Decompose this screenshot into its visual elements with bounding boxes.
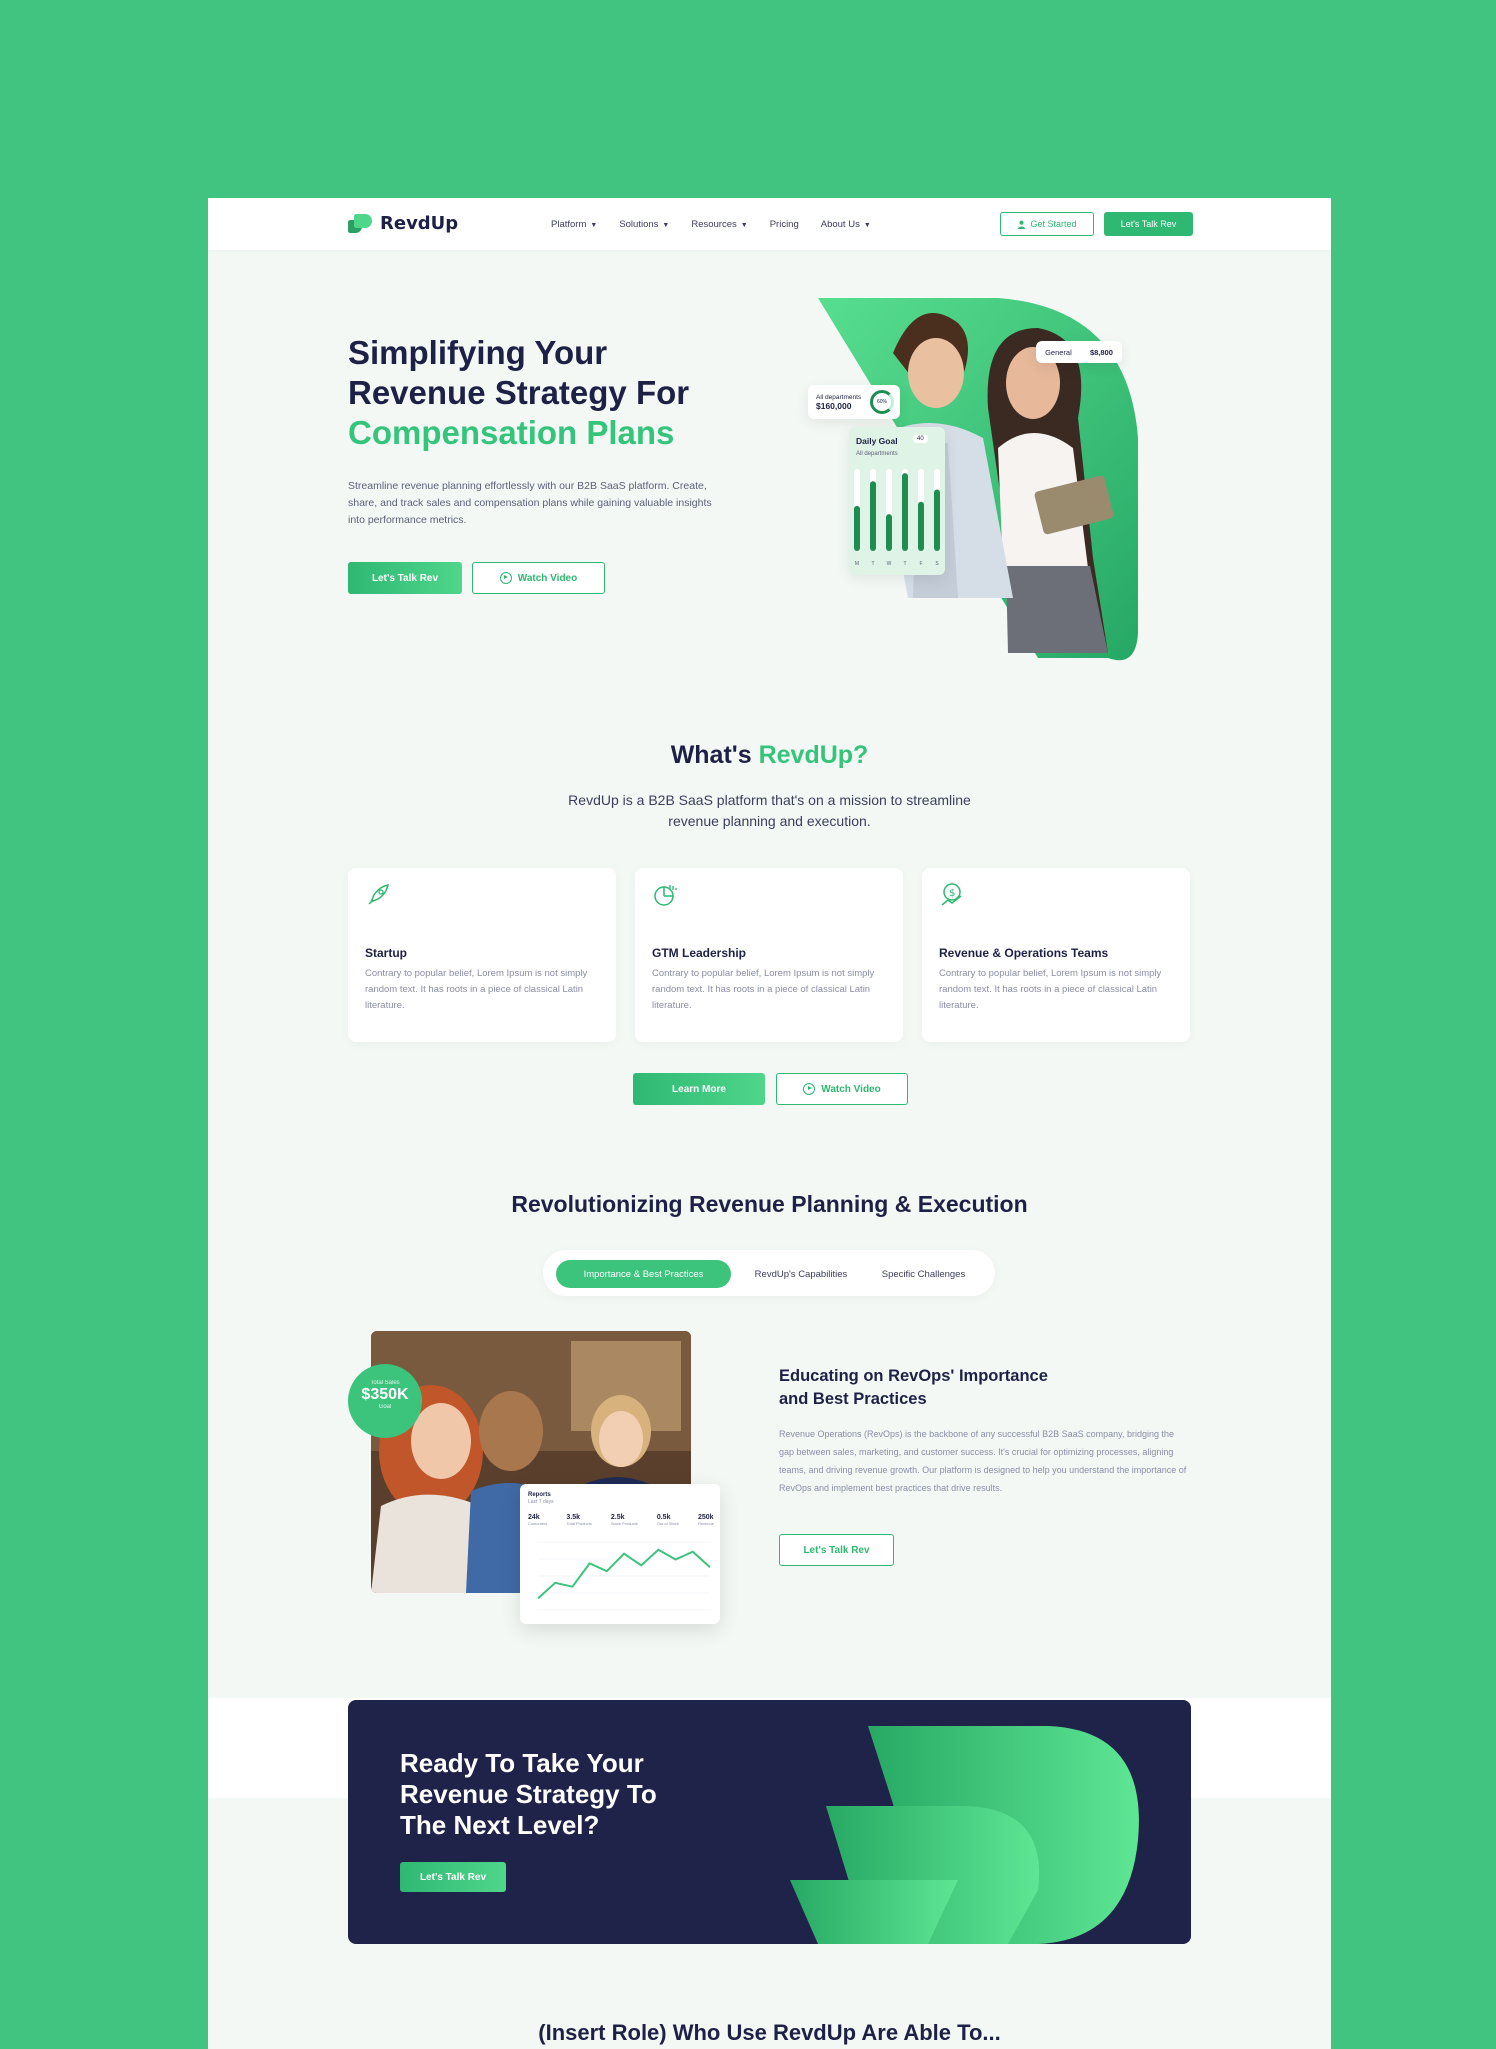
total-sales-badge: Total Sales $350K Goal [348,1364,422,1438]
progress-ring: 60% [870,390,894,414]
revolution-title: Revolutionizing Revenue Planning & Execu… [511,1191,1028,1217]
dash-stat-value: 250k [697,1514,714,1521]
hero-watch-video-button[interactable]: Watch Video [472,562,605,594]
cta-banner: Ready To Take Your Revenue Strategy To T… [348,1700,1191,1944]
get-started-button[interactable]: Get Started [1000,212,1094,236]
tabs-bar: Importance & Best Practices RevdUp's Cap… [543,1250,995,1296]
education-body: Revenue Operations (RevOps) is the backb… [779,1429,1187,1493]
roles-title: (Insert Role) Who Use RevdUp Are Able To… [538,2020,1001,2045]
goal-bar [918,501,924,551]
navbar: RevdUp Platform ▼ Solutions ▼ Resources ▼ P… [208,198,1331,250]
goal-bar-day-label: F [919,561,922,567]
dash-stats-row: 24k Customers 3.5k Total Products 2.5k Stock … [528,1514,714,1526]
chevron-down-icon: ▼ [863,222,871,229]
logo-text: RevdUp [380,212,459,234]
menu-item-platform[interactable]: Platform ▼ [551,219,597,230]
hero-title: Simplifying Your Revenue Strategy For Co… [348,334,690,451]
about-title: What's RevdUp? [670,741,869,769]
tab-importance-best-practices[interactable]: Importance & Best Practices [556,1260,731,1288]
money-growth-icon: $ [941,883,962,906]
svg-text:$: $ [949,888,955,899]
cta-talk-rev-button[interactable]: Let's Talk Rev [400,1862,506,1892]
goal-bar-day-label: W [887,561,892,567]
logo-icon [348,212,374,234]
about-subtitle: RevdUp is a B2B SaaS platform that's on … [568,792,971,829]
learn-more-button[interactable]: Learn More [633,1073,765,1105]
card-revenue-operations: $ Revenue & Operations Teams Contrary to… [922,868,1190,1042]
chevron-down-icon: ▼ [590,222,598,229]
play-icon [499,572,512,584]
general-stat-card: General $8,800 [1036,341,1122,363]
user-icon [1018,220,1026,229]
daily-goal-card: Daily Goal 40 All departments MTWTFS [849,427,945,575]
reports-line [537,1548,711,1600]
cta-title: Ready To Take Your Revenue Strategy To T… [400,1748,657,1840]
tab-capabilities[interactable]: RevdUp's Capabilities [738,1260,864,1288]
landing-page-frame: RevdUp Platform ▼ Solutions ▼ Resources ▼ P… [208,198,1331,2049]
dash-stat-value: 0.5k [656,1514,671,1521]
chevron-down-icon: ▼ [662,222,670,229]
main-menu: Platform ▼ Solutions ▼ Resources ▼ Pricing … [551,219,871,230]
goal-bar [902,473,908,551]
goal-bar-day-label: S [935,561,939,567]
education-heading: Educating on RevOps' Importance and Best… [779,1367,1048,1408]
dash-stat-label: Customers [528,1521,548,1526]
reports-dashboard-card: Reports Last 7 days 24k Customers 3.5k Tota… [520,1484,720,1624]
dash-stat-value: 2.5k [610,1514,625,1521]
goal-bar [870,481,876,551]
chevron-down-icon: ▼ [740,222,748,229]
menu-item-resources[interactable]: Resources ▼ [691,219,747,230]
menu-item-about-us[interactable]: About Us ▼ [821,219,871,230]
about-watch-video-button[interactable]: Watch Video [776,1073,908,1105]
card-gtm-leadership: GTM Leadership Contrary to popular belie… [635,868,903,1042]
logo[interactable]: RevdUp [348,212,458,234]
dash-stat: 2.5k Stock Products [611,1514,638,1526]
dash-stat: 0.5k Out of Stock [657,1514,679,1526]
reports-line-chart [537,1541,711,1611]
hero-subtitle: Streamline revenue planning effortlessly… [348,480,712,526]
dash-stat: 24k Customers [528,1514,547,1526]
pie-chart-icon [654,885,677,906]
dash-stat-label: Stock Products [610,1521,638,1526]
play-icon [803,1083,816,1095]
dash-stat-value: 3.5k [566,1514,581,1521]
goal-bar [934,489,940,551]
hero-talk-rev-button[interactable]: Let's Talk Rev [348,562,462,594]
rocket-icon [368,884,389,905]
hero-visual: General $8,800 All departments $160,000 … [808,298,1208,668]
tab-specific-challenges[interactable]: Specific Challenges [866,1260,981,1288]
dash-stat-label: Out of Stock [656,1521,679,1526]
goal-bar-day-label: M [855,561,859,567]
menu-item-solutions[interactable]: Solutions ▼ [619,219,669,230]
dash-stat-value: 24k [528,1514,540,1521]
goal-bar-day-label: T [903,561,906,567]
talk-rev-nav-button[interactable]: Let's Talk Rev [1104,212,1193,236]
dash-stat: 3.5k Total Products [566,1514,591,1526]
departments-stat-card: All departments $160,000 60% [808,385,900,419]
education-talk-rev-button[interactable]: Let's Talk Rev [779,1534,894,1566]
goal-bar [886,514,892,551]
dash-stat: 250k Revenue [698,1514,714,1526]
card-startup: Startup Contrary to popular belief, Lore… [348,868,616,1042]
dash-stat-label: Total Products [566,1521,592,1526]
dash-stat-label: Revenue [697,1521,714,1526]
menu-item-pricing[interactable]: Pricing [770,219,799,230]
goal-bar-day-label: T [871,561,874,567]
goal-bar [854,505,860,551]
daily-goal-bars: MTWTFS [854,469,940,567]
